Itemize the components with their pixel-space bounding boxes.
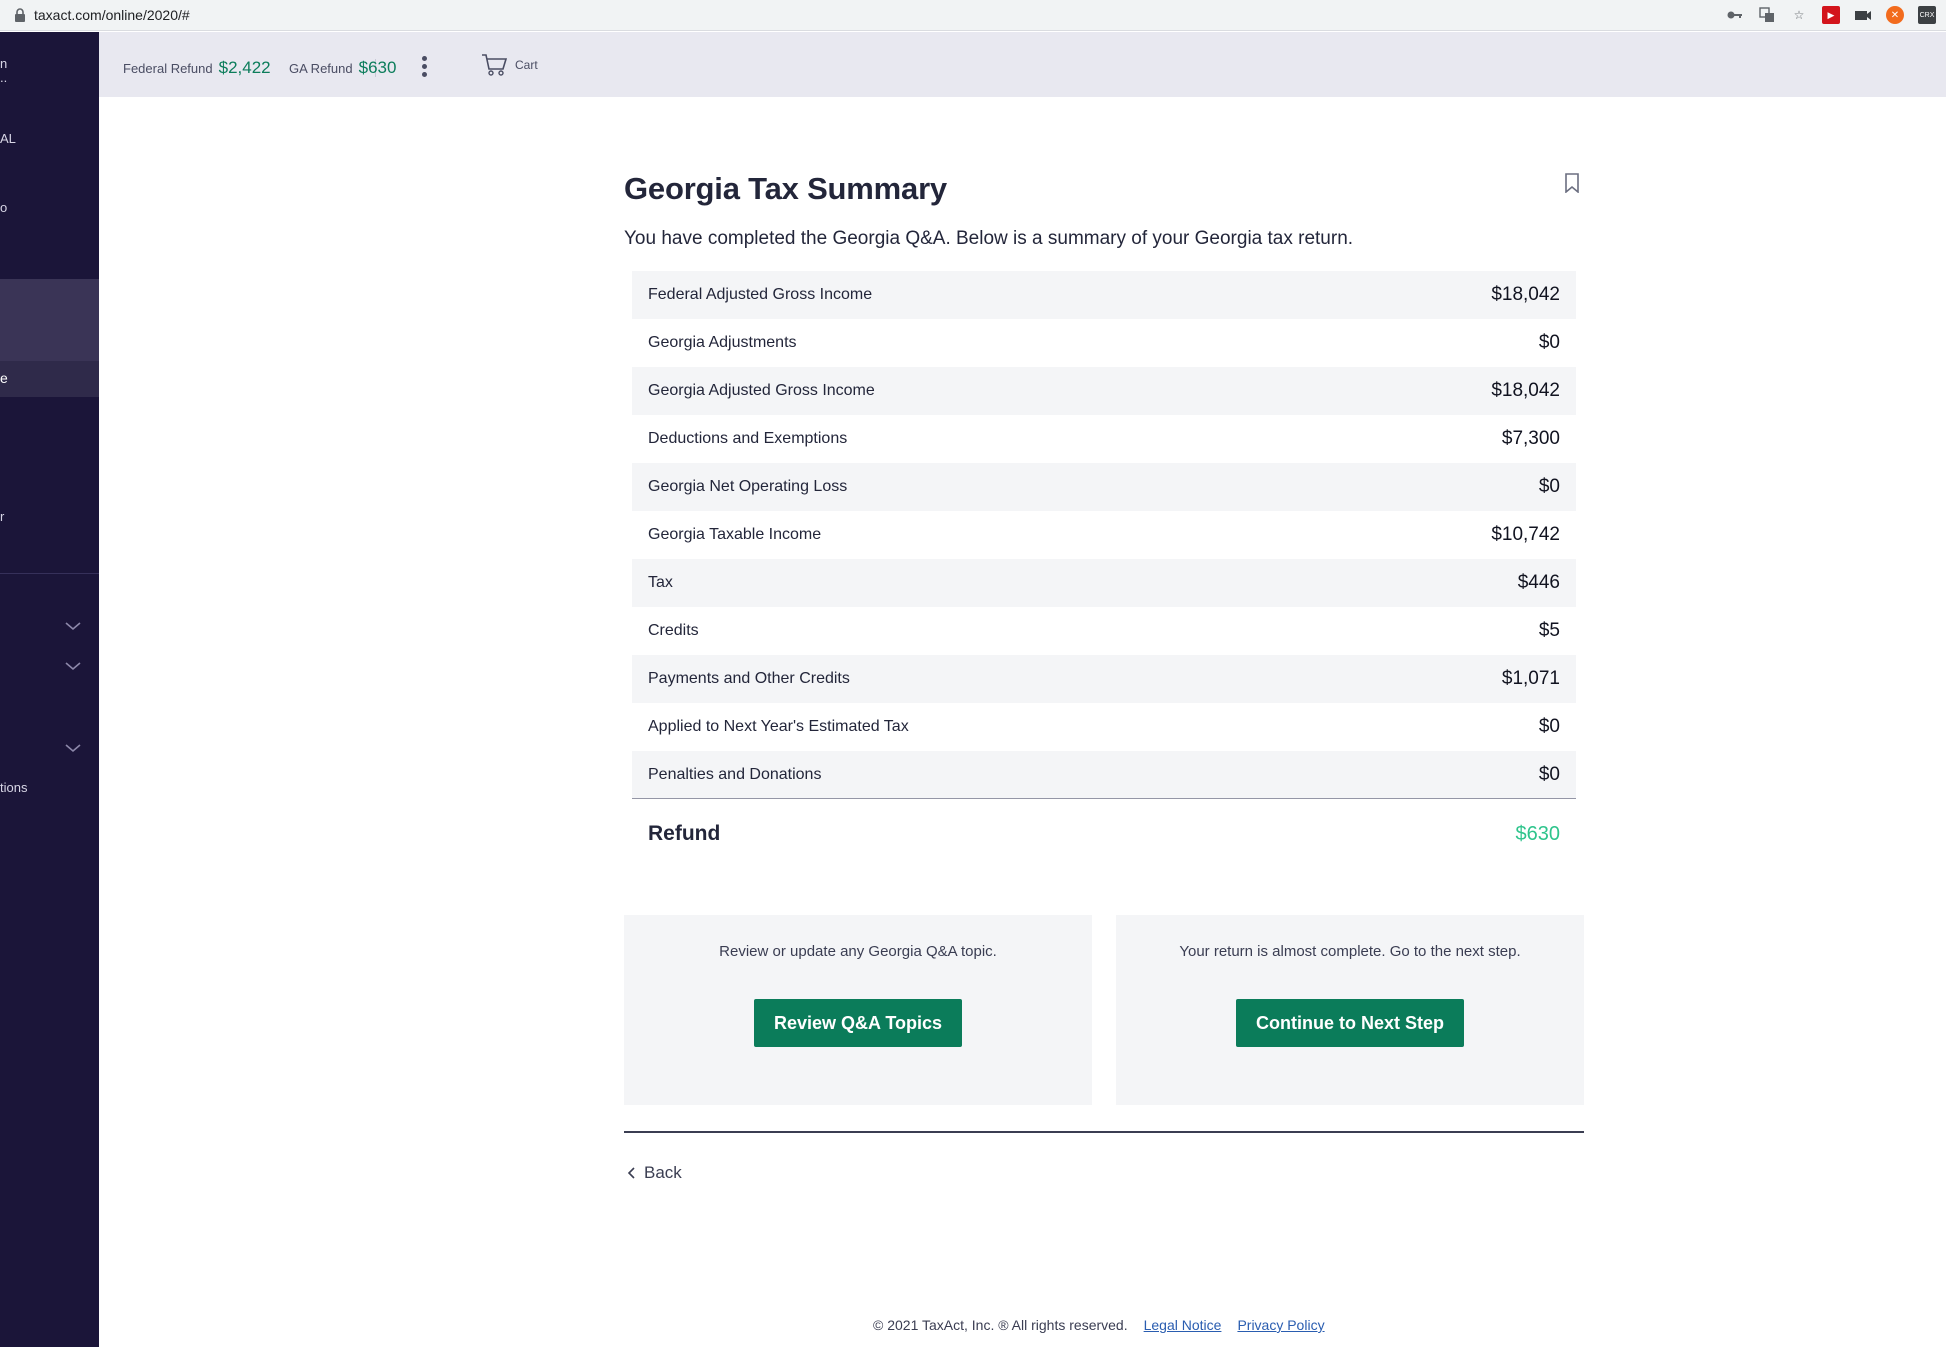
summary-value: $446: [1517, 572, 1560, 593]
bookmark-icon[interactable]: [1564, 173, 1580, 193]
summary-value: $5: [1538, 620, 1560, 641]
crx-icon[interactable]: CRX: [1918, 6, 1936, 24]
sidebar-fragment[interactable]: ..: [0, 70, 7, 85]
sidebar-fragment[interactable]: o: [0, 200, 7, 215]
review-card: Review or update any Georgia Q&A topic. …: [624, 915, 1092, 1105]
summary-label: Tax: [648, 574, 673, 591]
sidebar-divider: [0, 573, 99, 574]
summary-row: Deductions and Exemptions $7,300: [632, 415, 1576, 463]
ga-refund-value: $630: [358, 58, 397, 77]
continue-card-text: Your return is almost complete. Go to th…: [1179, 943, 1521, 960]
federal-refund-label: Federal Refund: [123, 61, 213, 76]
sidebar-active-item[interactable]: e: [0, 361, 99, 397]
browser-address-bar[interactable]: taxact.com/online/2020/# ☆ ▶ ✕ CRX: [0, 0, 1946, 31]
translate-icon[interactable]: [1758, 6, 1776, 24]
orange-circle-icon[interactable]: ✕: [1886, 6, 1904, 24]
legal-notice-link[interactable]: Legal Notice: [1144, 1317, 1222, 1333]
sidebar-fragment[interactable]: n: [0, 56, 7, 71]
key-icon[interactable]: [1726, 6, 1744, 24]
summary-value: $18,042: [1491, 380, 1560, 401]
cart-icon: [482, 54, 507, 76]
page-footer: © 2021 TaxAct, Inc. ® All rights reserve…: [873, 1317, 1325, 1333]
federal-refund-meter[interactable]: Federal Refund $2,422: [123, 58, 271, 78]
summary-label: Georgia Net Operating Loss: [648, 478, 848, 495]
summary-label: Federal Adjusted Gross Income: [648, 286, 873, 303]
refund-total-value: $630: [1515, 822, 1561, 845]
summary-row: Georgia Net Operating Loss $0: [632, 463, 1576, 511]
summary-label: Georgia Adjusted Gross Income: [648, 382, 875, 399]
ga-refund-label: GA Refund: [289, 61, 353, 76]
summary-row: Federal Adjusted Gross Income $18,042: [632, 271, 1576, 319]
summary-value: $1,071: [1501, 668, 1560, 689]
summary-value: $10,742: [1491, 524, 1560, 545]
lock-icon: [15, 8, 25, 22]
page-title: Georgia Tax Summary: [624, 171, 947, 206]
sidebar-fragment: e: [0, 370, 8, 386]
star-icon[interactable]: ☆: [1790, 6, 1808, 24]
tax-summary-table: Federal Adjusted Gross Income $18,042 Geo…: [632, 271, 1576, 869]
summary-value: $18,042: [1491, 284, 1560, 305]
back-button[interactable]: Back: [626, 1163, 682, 1183]
copyright-text: © 2021 TaxAct, Inc. ® All rights reserve…: [873, 1317, 1128, 1333]
summary-value: $0: [1538, 763, 1560, 785]
summary-row: Credits $5: [632, 607, 1576, 655]
review-qa-topics-button[interactable]: Review Q&A Topics: [753, 999, 963, 1047]
ga-refund-meter[interactable]: GA Refund $630: [289, 58, 396, 78]
refund-total-label: Refund: [648, 822, 721, 845]
summary-label: Applied to Next Year's Estimated Tax: [648, 718, 909, 735]
summary-row: Georgia Taxable Income $10,742: [632, 511, 1576, 559]
summary-value: $0: [1538, 476, 1560, 497]
summary-row: Georgia Adjustments $0: [632, 319, 1576, 367]
summary-row: Tax $446: [632, 559, 1576, 607]
chevron-down-icon[interactable]: [64, 660, 82, 672]
review-card-text: Review or update any Georgia Q&A topic.: [719, 943, 997, 960]
chevron-down-icon[interactable]: [64, 742, 82, 754]
more-options-icon[interactable]: [418, 54, 430, 80]
cart-label: Cart: [515, 58, 538, 72]
youtube-icon[interactable]: ▶: [1822, 6, 1840, 24]
summary-row: Georgia Adjusted Gross Income $18,042: [632, 367, 1576, 415]
summary-row: Penalties and Donations $0: [632, 751, 1576, 799]
chevron-left-icon: [627, 1167, 635, 1179]
browser-url[interactable]: taxact.com/online/2020/#: [34, 7, 190, 23]
sidebar-fragment[interactable]: AL: [0, 131, 16, 146]
sidebar-active-section[interactable]: [0, 279, 99, 361]
summary-label: Penalties and Donations: [648, 765, 822, 783]
sidebar-fragment[interactable]: tions: [0, 780, 27, 795]
summary-value: $7,300: [1501, 428, 1560, 449]
left-sidebar: n .. AL o e r tions: [0, 32, 99, 1347]
page-subtitle: You have completed the Georgia Q&A. Belo…: [624, 228, 1354, 249]
back-label: Back: [644, 1163, 682, 1182]
app-header: Federal Refund $2,422 GA Refund $630 Car…: [99, 32, 1946, 97]
summary-row: Applied to Next Year's Estimated Tax $0: [632, 703, 1576, 751]
summary-label: Deductions and Exemptions: [648, 430, 848, 447]
summary-row: Payments and Other Credits $1,071: [632, 655, 1576, 703]
continue-next-step-button[interactable]: Continue to Next Step: [1236, 999, 1464, 1047]
summary-label: Credits: [648, 622, 699, 639]
camera-icon[interactable]: [1854, 6, 1872, 24]
sidebar-fragment[interactable]: r: [0, 509, 4, 524]
summary-label: Georgia Taxable Income: [648, 526, 822, 543]
summary-value: $0: [1538, 332, 1560, 353]
chevron-down-icon[interactable]: [64, 620, 82, 632]
federal-refund-value: $2,422: [218, 58, 271, 77]
cart-button[interactable]: Cart: [481, 53, 538, 77]
summary-label: Payments and Other Credits: [648, 670, 850, 687]
privacy-policy-link[interactable]: Privacy Policy: [1237, 1317, 1324, 1333]
refund-total-row: Refund $630: [632, 799, 1576, 869]
summary-label: Georgia Adjustments: [648, 334, 797, 351]
continue-card: Your return is almost complete. Go to th…: [1116, 915, 1584, 1105]
summary-value: $0: [1538, 716, 1560, 737]
section-divider: [624, 1131, 1584, 1133]
